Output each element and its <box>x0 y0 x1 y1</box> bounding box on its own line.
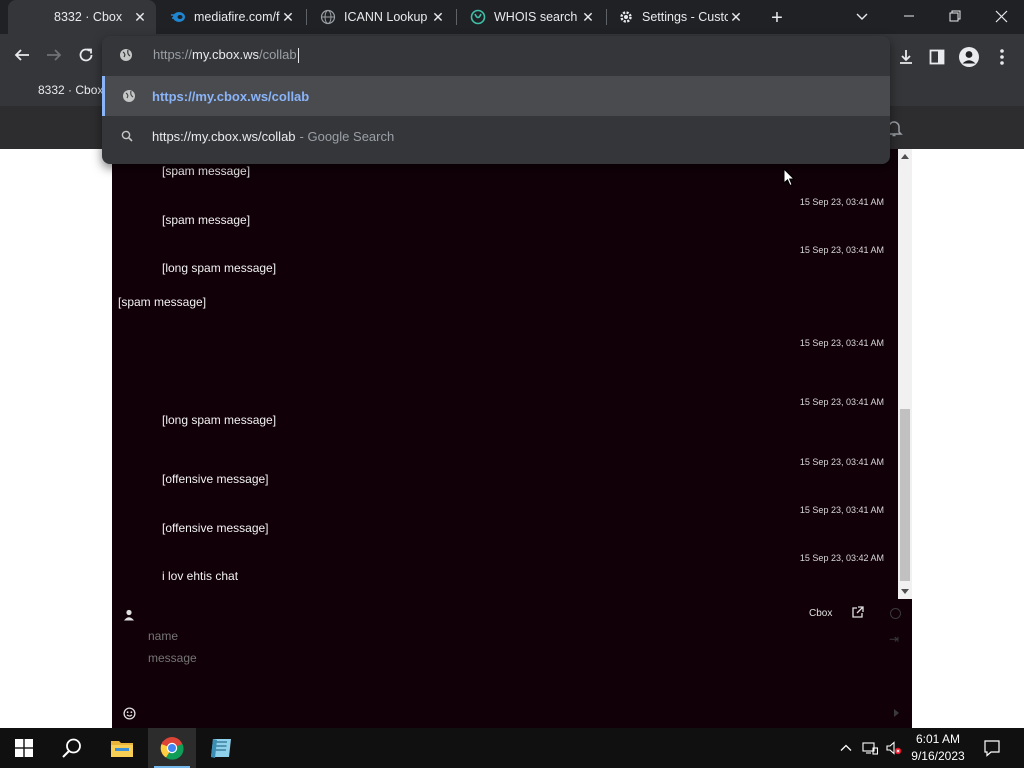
app-taskbar-button[interactable] <box>197 728 245 768</box>
tab-strip: 8332 · Cbox ✕ mediafire.com/f ✕ ICANN Lo… <box>0 0 1024 34</box>
windows-taskbar: 6:01 AM 9/16/2023 <box>0 728 1024 768</box>
profile-avatar-icon[interactable] <box>956 44 982 70</box>
tab-title: ICANN Lookup <box>344 10 428 24</box>
message-field[interactable] <box>148 648 848 668</box>
tab-title: 8332 · Cbox <box>54 10 123 24</box>
kebab-menu-icon[interactable] <box>989 44 1015 70</box>
send-arrow-icon[interactable] <box>894 709 899 717</box>
scroll-up-arrow-icon[interactable] <box>901 154 909 159</box>
download-icon[interactable] <box>893 44 919 70</box>
tab-icann[interactable]: ICANN Lookup ✕ <box>310 0 454 34</box>
chat-message: [offensive message] <box>162 521 269 535</box>
bookmark-item[interactable]: 8332 · Cbox <box>38 83 103 97</box>
search-button[interactable] <box>48 728 96 768</box>
cbox-widget: [spam message] 15 Sep 23, 03:41 AM [spam… <box>112 149 912 728</box>
message-timestamp: 15 Sep 23, 03:42 AM <box>799 553 884 563</box>
tab-title: WHOIS search r <box>494 10 580 24</box>
tab-separator <box>456 9 457 25</box>
name-field[interactable] <box>148 626 848 646</box>
back-button[interactable] <box>7 40 37 70</box>
tab-whois[interactable]: WHOIS search r ✕ <box>460 0 604 34</box>
message-timestamp: 15 Sep 23, 03:41 AM <box>799 397 884 407</box>
chat-message: [spam message] <box>118 295 207 309</box>
reload-button[interactable] <box>71 40 101 70</box>
chrome-taskbar-button[interactable] <box>148 728 196 768</box>
message-timestamp: 15 Sep 23, 03:41 AM <box>799 197 884 207</box>
emoji-icon[interactable] <box>123 707 136 720</box>
chat-scrollbar[interactable] <box>898 149 912 599</box>
network-icon[interactable] <box>862 740 879 756</box>
message-timestamp: 15 Sep 23, 03:41 AM <box>799 457 884 467</box>
tab-title: mediafire.com/f <box>194 10 280 24</box>
tab-settings[interactable]: Settings - Custo ✕ <box>608 0 752 34</box>
chat-message: i lov ehtis chat <box>162 569 239 583</box>
cbox-brand-link[interactable]: Cbox <box>809 608 832 619</box>
system-clock[interactable]: 6:01 AM 9/16/2023 <box>906 731 970 765</box>
close-icon[interactable]: ✕ <box>430 9 446 25</box>
url-path: /collab <box>258 46 297 62</box>
search-icon <box>102 130 152 142</box>
close-window-button[interactable] <box>978 0 1024 32</box>
icann-favicon <box>320 9 336 25</box>
chat-composer: Cbox ⇥ <box>112 599 912 728</box>
popout-icon[interactable] <box>851 606 865 620</box>
chevron-up-icon[interactable] <box>838 740 854 756</box>
user-icon[interactable] <box>123 608 135 621</box>
omnibox-input[interactable]: https://my.cbox.ws/collab <box>153 46 299 64</box>
web-page: [spam message] 15 Sep 23, 03:41 AM [spam… <box>0 106 1024 728</box>
clock-date: 9/16/2023 <box>911 749 965 763</box>
text-caret <box>297 48 299 64</box>
close-icon[interactable]: ✕ <box>280 9 296 25</box>
suggestion-text: https://my.cbox.ws/collab <box>152 128 296 144</box>
tab-separator <box>306 9 307 25</box>
globe-icon <box>105 89 152 103</box>
minimize-button[interactable] <box>886 0 932 32</box>
message-timestamp: 15 Sep 23, 03:41 AM <box>799 338 884 348</box>
chat-message: [spam message] <box>162 164 251 178</box>
chat-message: [long spam message] <box>162 261 277 275</box>
tab-separator <box>606 9 607 25</box>
chat-message: [offensive message] <box>162 472 269 486</box>
close-icon[interactable]: ✕ <box>728 9 744 25</box>
chat-message: [long spam message] <box>162 413 277 427</box>
login-icon[interactable]: ⇥ <box>889 632 899 646</box>
message-timestamp: 15 Sep 23, 03:41 AM <box>799 245 884 255</box>
tab-cbox[interactable]: 8332 · Cbox ✕ <box>8 0 156 34</box>
suggestion-url[interactable]: https://my.cbox.ws/collab <box>102 76 890 116</box>
tab-title: Settings - Custo <box>642 10 728 24</box>
start-button[interactable] <box>0 728 48 768</box>
new-tab-button[interactable]: + <box>766 7 788 29</box>
url-host: my.cbox.ws <box>192 46 259 62</box>
globe-icon <box>119 48 133 67</box>
url-scheme: https:// <box>153 46 193 62</box>
suggestion-text: https://my.cbox.ws/collab <box>152 88 310 104</box>
notification-icon[interactable] <box>983 739 1000 757</box>
scroll-down-arrow-icon[interactable] <box>901 589 909 594</box>
file-explorer-button[interactable] <box>98 728 146 768</box>
status-ring-icon <box>890 608 901 619</box>
close-icon[interactable]: ✕ <box>580 9 596 25</box>
whois-favicon <box>470 9 486 25</box>
restore-button[interactable] <box>932 0 978 32</box>
tab-mediafire[interactable]: mediafire.com/f ✕ <box>160 0 304 34</box>
omnibox[interactable]: https://my.cbox.ws/collab <box>102 36 890 74</box>
chat-message-list[interactable]: [spam message] 15 Sep 23, 03:41 AM [spam… <box>112 149 898 599</box>
mouse-cursor-icon <box>783 167 796 187</box>
suggestion-search[interactable]: https://my.cbox.ws/collab - Google Searc… <box>102 116 890 156</box>
message-timestamp: 15 Sep 23, 03:41 AM <box>799 505 884 515</box>
mediafire-favicon <box>170 9 186 25</box>
gear-icon <box>618 9 634 25</box>
forward-button[interactable] <box>39 40 69 70</box>
close-icon[interactable]: ✕ <box>132 9 148 25</box>
screen: 8332 · Cbox ✕ mediafire.com/f ✕ ICANN Lo… <box>0 0 1024 768</box>
side-panel-icon[interactable] <box>924 44 950 70</box>
volume-muted-icon[interactable] <box>886 740 902 756</box>
clock-time: 6:01 AM <box>915 732 961 746</box>
chat-message: [spam message] <box>162 213 251 227</box>
omnibox-dropdown: https://my.cbox.ws/collab https://my.cbo… <box>102 36 890 164</box>
suggestion-subtext: - Google Search <box>299 128 395 144</box>
tab-search-chevron-icon[interactable] <box>852 8 872 26</box>
scrollbar-thumb[interactable] <box>900 409 910 581</box>
